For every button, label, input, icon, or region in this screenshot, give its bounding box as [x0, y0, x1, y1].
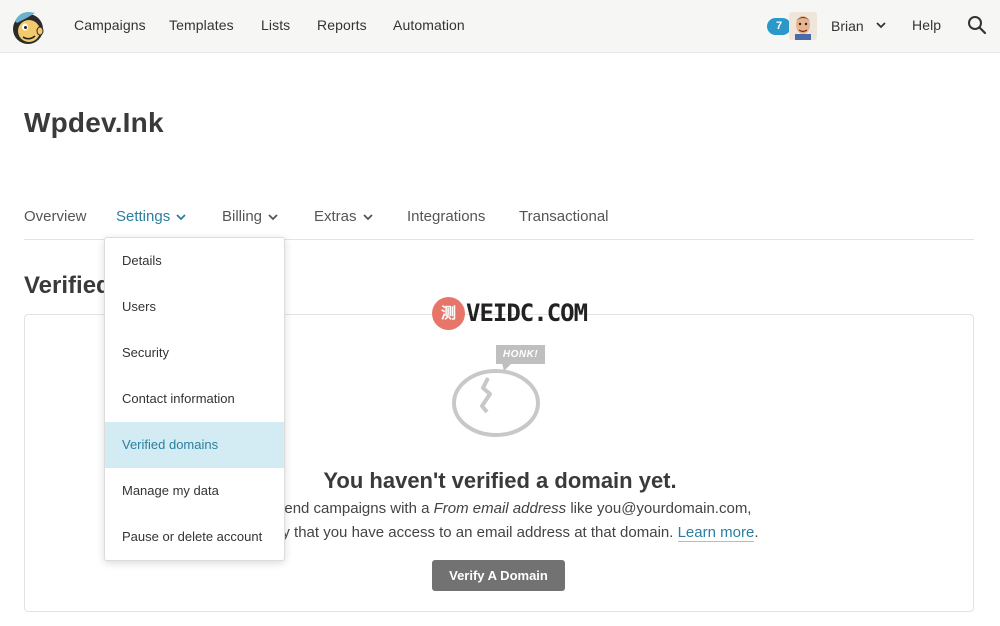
- nav-lists[interactable]: Lists: [261, 17, 290, 33]
- line1-italic: From email address: [433, 500, 567, 517]
- notification-badge[interactable]: 7: [767, 18, 791, 35]
- learn-more-link[interactable]: Learn more: [677, 524, 755, 542]
- tab-billing[interactable]: Billing: [222, 208, 278, 225]
- tab-label: Extras: [314, 208, 357, 225]
- watermark-glyph: 测: [432, 297, 465, 330]
- nav-reports[interactable]: Reports: [317, 17, 367, 33]
- tab-integrations[interactable]: Integrations: [407, 208, 485, 225]
- line2-prefix: o verify that you have access to an emai…: [241, 524, 674, 541]
- chevron-down-icon: [268, 213, 278, 220]
- chevron-down-icon: [362, 213, 373, 220]
- tab-label: Transactional: [519, 208, 609, 225]
- line2-suffix: .: [754, 524, 759, 541]
- nav-templates[interactable]: Templates: [169, 17, 234, 33]
- tab-label: Billing: [222, 208, 263, 225]
- tab-extras[interactable]: Extras: [314, 208, 373, 225]
- cracked-egg-icon: [452, 369, 540, 437]
- section-heading: Verified: [24, 272, 111, 299]
- tab-label: Settings: [116, 208, 171, 225]
- nav-automation[interactable]: Automation: [393, 17, 465, 33]
- page-title: Wpdev.Ink: [24, 107, 164, 138]
- nav-help[interactable]: Help: [912, 17, 941, 33]
- account-tabs: Overview Settings Billing Extras Integra…: [24, 200, 974, 240]
- nav-campaigns[interactable]: Campaigns: [74, 17, 146, 33]
- tab-label: Overview: [24, 208, 87, 225]
- avatar-icon: [789, 12, 817, 40]
- tab-overview[interactable]: Overview: [24, 208, 87, 225]
- avatar[interactable]: [789, 12, 817, 40]
- chevron-down-icon[interactable]: [876, 21, 886, 29]
- menu-item-users[interactable]: Users: [105, 284, 284, 330]
- menu-item-verified-domains[interactable]: Verified domains: [105, 422, 284, 468]
- chevron-down-icon: [176, 213, 186, 220]
- tab-transactional[interactable]: Transactional: [519, 208, 609, 225]
- verify-domain-button[interactable]: Verify A Domain: [432, 560, 565, 591]
- menu-item-pause-or-delete-account[interactable]: Pause or delete account: [105, 514, 284, 560]
- search-icon[interactable]: [967, 15, 987, 35]
- top-navigation: Campaigns Templates Lists Reports Automa…: [0, 0, 1000, 53]
- user-menu-name[interactable]: Brian: [831, 18, 864, 34]
- honk-label: HONK!: [496, 345, 545, 364]
- tab-label: Integrations: [407, 208, 486, 225]
- menu-item-contact-information[interactable]: Contact information: [105, 376, 284, 422]
- menu-item-security[interactable]: Security: [105, 330, 284, 376]
- tab-settings[interactable]: Settings: [116, 208, 186, 225]
- settings-dropdown: Details Users Security Contact informati…: [104, 237, 285, 561]
- menu-item-manage-my-data[interactable]: Manage my data: [105, 468, 284, 514]
- watermark-text: VEIDC.COM: [466, 299, 588, 327]
- mailchimp-logo-icon[interactable]: [9, 7, 47, 47]
- line1-suffix: like you@yourdomain.com,: [570, 500, 752, 517]
- watermark: 测 VEIDC.COM: [432, 297, 588, 331]
- menu-item-details[interactable]: Details: [105, 238, 284, 284]
